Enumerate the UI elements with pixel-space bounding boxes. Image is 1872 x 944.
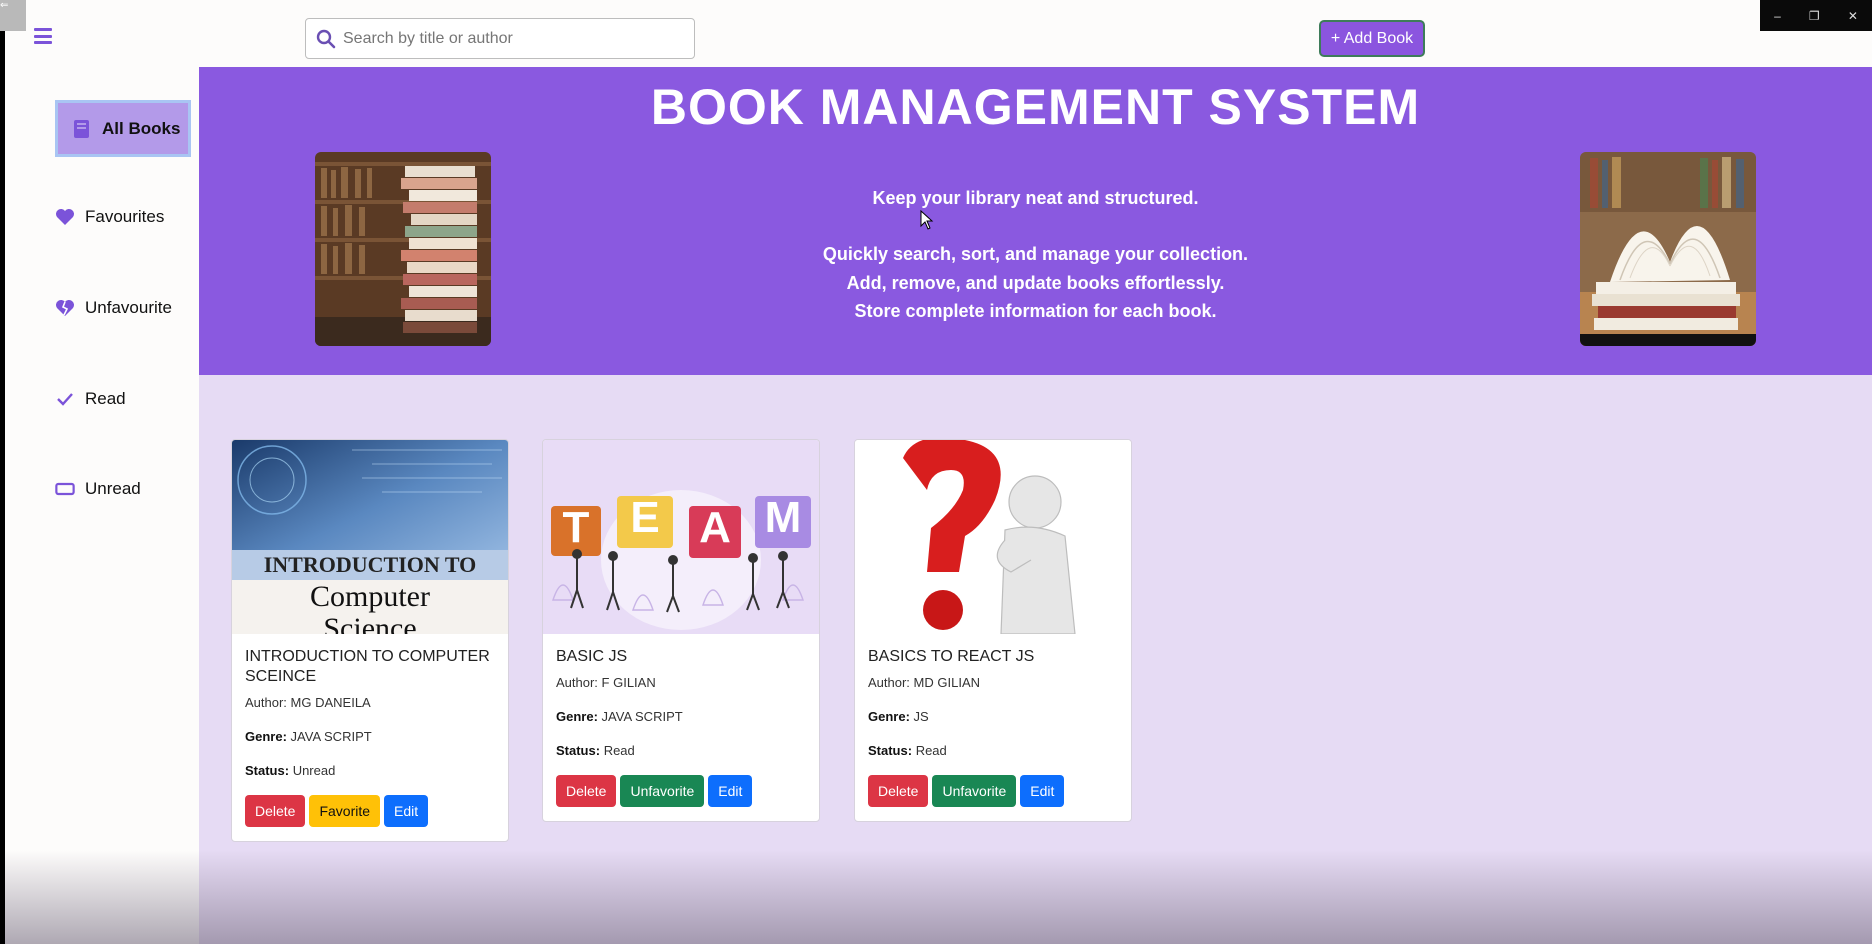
minimize-icon[interactable]: – <box>1774 9 1781 23</box>
mouse-cursor-icon <box>920 209 934 235</box>
sidebar-item-label: All Books <box>102 118 181 138</box>
hamburger-menu-icon[interactable] <box>34 28 52 44</box>
close-icon[interactable]: ✕ <box>1848 9 1858 23</box>
broken-heart-icon <box>55 298 75 318</box>
sidebar-item-read[interactable]: Read <box>55 389 126 409</box>
sidebar-item-all-books[interactable]: All Books <box>55 100 191 157</box>
genre-value: JAVA SCRIPT <box>601 709 683 724</box>
author-label: Author: <box>868 675 910 690</box>
team-letter-a: A <box>699 503 731 552</box>
heart-icon <box>55 207 75 227</box>
rectangle-icon <box>55 479 75 499</box>
back-arrow-icon[interactable]: ⇐ <box>0 0 26 31</box>
delete-button[interactable]: Delete <box>245 795 306 827</box>
sidebar-item-unread[interactable]: Unread <box>55 479 141 499</box>
sidebar-item-label: Read <box>85 389 126 408</box>
status-label: Status: <box>556 743 601 758</box>
status-value: Unread <box>292 763 336 778</box>
restore-icon[interactable]: ❐ <box>1809 9 1820 23</box>
card-actions: Delete Unfavorite Edit <box>556 775 806 807</box>
search-icon <box>315 28 337 50</box>
sidebar-item-label: Unfavourite <box>85 298 172 317</box>
top-bar: + Add Book <box>0 0 1872 67</box>
edit-button[interactable]: Edit <box>1020 775 1065 807</box>
book-author: Author: MD GILIAN <box>868 675 1118 690</box>
book-title: BASICS TO REACT JS <box>868 648 1035 665</box>
book-status: Status: Read <box>556 743 806 758</box>
add-book-button[interactable]: + Add Book <box>1319 20 1425 57</box>
card-actions: Delete Favorite Edit <box>245 795 495 827</box>
book-genre: Genre: JAVA SCRIPT <box>556 709 806 724</box>
book-card: INTRODUCTION TO Computer Science INTRODU… <box>231 439 509 842</box>
unfavorite-button[interactable]: Unfavorite <box>620 775 705 807</box>
book-card: T E A M BASIC JS Author: F GILIAN Genre:… <box>542 439 820 822</box>
book-cover-image: INTRODUCTION TO Computer Science <box>232 440 508 634</box>
search-box[interactable] <box>305 18 695 59</box>
genre-label: Genre: <box>556 709 598 724</box>
team-letter-e: E <box>630 493 660 542</box>
book-title: BASIC JS <box>556 648 628 665</box>
status-label: Status: <box>245 763 290 778</box>
book-title: INTRODUCTION TO COMPUTER SCEINCE <box>245 648 490 685</box>
genre-label: Genre: <box>868 709 910 724</box>
book-status: Status: Read <box>868 743 1118 758</box>
cover-title-line: Science <box>323 612 417 634</box>
book-author: Author: F GILIAN <box>556 675 806 690</box>
edit-button[interactable]: Edit <box>708 775 753 807</box>
status-value: Read <box>915 743 947 758</box>
status-label: Status: <box>868 743 913 758</box>
team-letter-m: M <box>764 493 802 542</box>
edit-button[interactable]: Edit <box>384 795 429 827</box>
sidebar-item-unfavourite[interactable]: Unfavourite <box>55 298 172 318</box>
sidebar-item-label: Favourites <box>85 207 165 226</box>
author-label: Author: <box>556 675 598 690</box>
window-left-edge <box>0 0 5 944</box>
author-label: Author: <box>245 695 287 710</box>
book-genre: Genre: JS <box>868 709 1118 724</box>
unfavorite-button[interactable]: Unfavorite <box>932 775 1017 807</box>
card-actions: Delete Unfavorite Edit <box>868 775 1118 807</box>
author-value: MD GILIAN <box>913 675 981 690</box>
window-controls: – ❐ ✕ <box>1760 0 1872 31</box>
book-icon <box>72 119 92 139</box>
book-card-body: BASICS TO REACT JS Author: MD GILIAN Gen… <box>855 634 1131 821</box>
book-cover-image: T E A M <box>543 440 819 634</box>
hero-banner: BOOK MANAGEMENT SYSTEM Keep your library… <box>199 67 1872 375</box>
open-book-image <box>1580 152 1756 346</box>
search-input[interactable] <box>343 29 683 48</box>
genre-value: JS <box>913 709 929 724</box>
delete-button[interactable]: Delete <box>556 775 617 807</box>
cover-title-line: Computer <box>310 580 430 613</box>
sidebar-item-favourites[interactable]: Favourites <box>55 207 164 227</box>
favorite-button[interactable]: Favorite <box>309 795 381 827</box>
author-value: MG DANEILA <box>290 695 371 710</box>
page-title: BOOK MANAGEMENT SYSTEM <box>650 79 1421 135</box>
book-status: Status: Unread <box>245 763 495 778</box>
sidebar: All Books Favourites Unfavourite Read Un… <box>5 67 199 944</box>
check-icon <box>55 389 75 409</box>
book-author: Author: MG DANEILA <box>245 695 495 710</box>
genre-value: JAVA SCRIPT <box>290 729 372 744</box>
sidebar-item-label: Unread <box>85 479 141 498</box>
book-card: BASICS TO REACT JS Author: MD GILIAN Gen… <box>854 439 1132 822</box>
book-genre: Genre: JAVA SCRIPT <box>245 729 495 744</box>
genre-label: Genre: <box>245 729 287 744</box>
delete-button[interactable]: Delete <box>868 775 929 807</box>
team-letter-t: T <box>562 503 590 552</box>
book-card-body: BASIC JS Author: F GILIAN Genre: JAVA SC… <box>543 634 819 821</box>
status-value: Read <box>603 743 635 758</box>
cover-title-line: INTRODUCTION TO <box>263 552 477 577</box>
book-card-body: INTRODUCTION TO COMPUTER SCEINCE Author:… <box>232 634 508 841</box>
author-value: F GILIAN <box>601 675 656 690</box>
book-cover-image <box>855 440 1131 634</box>
